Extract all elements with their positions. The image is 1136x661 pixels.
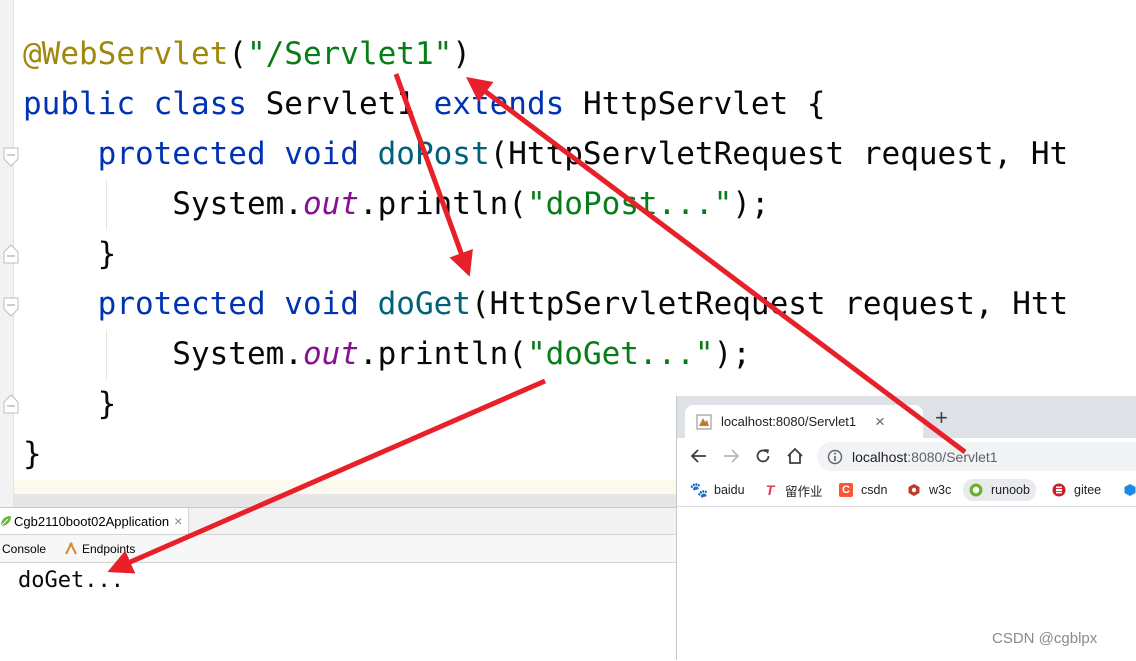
bookmark-tower[interactable]: T 留作业: [763, 480, 823, 500]
run-tool-window: Cgb2110boot02Application × Console Endpo…: [0, 507, 676, 661]
close-tab-icon[interactable]: ×: [174, 513, 182, 529]
endpoints-tab-label: Endpoints: [82, 541, 136, 556]
forward-button[interactable]: [719, 444, 743, 468]
code-token: out: [302, 336, 359, 372]
bookmark-label: csdn: [861, 483, 888, 497]
tab-endpoints[interactable]: Endpoints: [64, 535, 135, 562]
code-line[interactable]: System.out.println("doPost...");: [23, 179, 770, 229]
forward-arrow-icon: [724, 449, 740, 463]
console-output[interactable]: doGet...: [18, 568, 124, 593]
code-token: (HttpServletRequest request, Htt: [470, 286, 1069, 322]
code-token: out: [302, 186, 359, 222]
code-token: (: [228, 36, 247, 72]
browser-tab-strip: localhost:8080/Servlet1 × +: [677, 396, 1136, 438]
spring-leaf-icon: [0, 516, 11, 527]
code-token: protected void: [97, 286, 378, 322]
info-icon[interactable]: [827, 449, 843, 465]
fold-end-icon[interactable]: [2, 243, 20, 265]
code-token: }: [23, 386, 117, 422]
bookmark-runoob[interactable]: runoob: [963, 479, 1036, 501]
run-tab-bar: Cgb2110boot02Application ×: [0, 508, 676, 535]
bookmark-label: runoob: [991, 483, 1030, 497]
bookmark-gitee[interactable]: gitee: [1052, 480, 1101, 500]
fold-end-icon[interactable]: [2, 393, 20, 415]
code-line[interactable]: protected void doGet(HttpServletRequest …: [23, 279, 1069, 329]
code-token: Servlet1: [265, 86, 434, 122]
url-path: :8080/Servlet1: [907, 448, 998, 465]
code-line[interactable]: protected void doPost(HttpServletRequest…: [23, 129, 1069, 179]
browser-window: localhost:8080/Servlet1 × + localhost:80…: [676, 396, 1136, 660]
gitee-icon: [1052, 483, 1066, 497]
code-token: "doPost...": [526, 186, 733, 222]
favicon-icon: [696, 414, 712, 429]
code-token: ): [452, 36, 471, 72]
code-line[interactable]: System.out.println("doGet...");: [23, 329, 751, 379]
code-line[interactable]: @WebServlet("/Servlet1"): [23, 29, 471, 79]
bookmark-overflow-icon[interactable]: [1123, 483, 1136, 497]
code-token: @WebServlet: [23, 36, 229, 72]
code-token: "doGet...": [526, 336, 714, 372]
code-token: public class: [23, 86, 266, 122]
code-token: );: [713, 336, 751, 372]
csdn-icon: C: [839, 483, 853, 497]
run-config-tab[interactable]: Cgb2110boot02Application ×: [0, 508, 190, 534]
runoob-icon: [969, 483, 983, 497]
console-tab-label: Console: [2, 541, 47, 556]
url-host: localhost: [852, 448, 908, 465]
run-config-label: Cgb2110boot02Application: [14, 513, 170, 529]
code-token: }: [23, 436, 42, 472]
reload-button[interactable]: [751, 444, 775, 468]
code-line[interactable]: }: [23, 229, 117, 279]
back-arrow-icon: [690, 449, 706, 463]
bookmark-label: 留作业: [785, 484, 823, 499]
back-button[interactable]: [687, 444, 711, 468]
bookmark-baidu[interactable]: 🐾 baidu: [689, 480, 745, 500]
endpoints-icon: [65, 541, 77, 554]
home-icon: [787, 447, 803, 464]
tower-icon: T: [765, 482, 775, 498]
browser-tab-title: localhost:8080/Servlet1: [721, 414, 857, 429]
code-token: protected void: [97, 136, 378, 172]
run-toolbar: Console Endpoints: [0, 535, 676, 563]
fold-marker-icon[interactable]: [2, 296, 20, 318]
code-token: (HttpServletRequest request, Ht: [489, 136, 1069, 172]
code-token: doPost: [377, 136, 490, 172]
bookmark-csdn[interactable]: C csdn: [839, 480, 887, 500]
bookmarks-bar: 🐾 baidu T 留作业 C csdn w3c runoob gitee: [677, 474, 1136, 507]
code-token: extends: [433, 86, 583, 122]
browser-toolbar: localhost:8080/Servlet1: [677, 438, 1136, 474]
code-token: HttpServlet {: [582, 86, 826, 122]
code-token: );: [732, 186, 770, 222]
code-line[interactable]: }: [23, 379, 117, 429]
bookmark-label: gitee: [1074, 483, 1102, 497]
bookmark-label: baidu: [714, 483, 745, 497]
close-tab-icon[interactable]: ×: [875, 412, 885, 432]
bookmark-label: w3c: [929, 483, 952, 497]
code-token: .println(: [358, 186, 527, 222]
code-token: .println(: [358, 336, 527, 372]
tab-console[interactable]: Console: [2, 535, 46, 562]
code-token: "/Servlet1": [246, 36, 453, 72]
editor-horizontal-scrollbar[interactable]: [14, 494, 676, 507]
browser-tab[interactable]: localhost:8080/Servlet1 ×: [685, 405, 923, 438]
code-token: doGet: [377, 286, 471, 322]
home-button[interactable]: [783, 444, 807, 468]
fold-marker-icon[interactable]: [2, 146, 20, 168]
code-token: System.: [23, 336, 303, 372]
code-token: }: [23, 236, 117, 272]
address-bar[interactable]: localhost:8080/Servlet1: [817, 442, 1136, 471]
reload-icon: [756, 449, 770, 463]
code-token: System.: [23, 186, 303, 222]
baidu-icon: 🐾: [689, 482, 709, 499]
bookmark-w3c[interactable]: w3c: [907, 480, 951, 500]
code-line[interactable]: public class Servlet1 extends HttpServle…: [23, 79, 826, 129]
w3c-icon: [908, 484, 920, 496]
code-line[interactable]: }: [23, 429, 42, 479]
watermark: CSDN @cgblpx: [992, 630, 1098, 647]
new-tab-button[interactable]: +: [935, 407, 948, 429]
